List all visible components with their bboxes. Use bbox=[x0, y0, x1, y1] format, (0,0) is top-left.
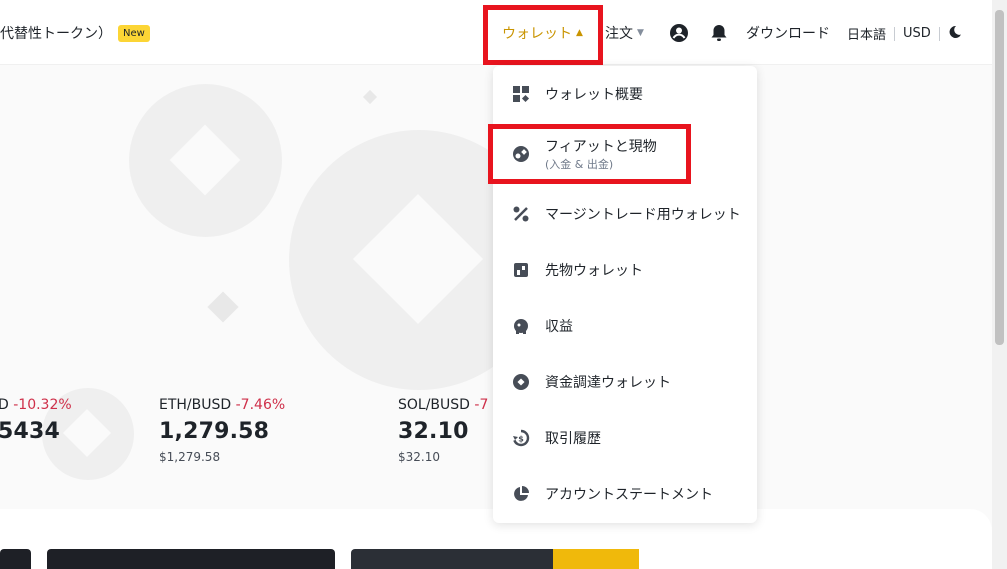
menu-item-label: アカウントステートメント bbox=[545, 487, 713, 503]
futures-icon bbox=[512, 261, 530, 279]
ticker-card[interactable]: ETH/BUSD -7.46% 1,279.58 $1,279.58 bbox=[159, 397, 285, 464]
ticker-usd-price: $1,279.58 bbox=[159, 450, 221, 464]
download-link[interactable]: ダウンロード bbox=[746, 23, 830, 43]
currency-label[interactable]: USD bbox=[903, 26, 931, 41]
menu-item-label: ウォレット概要 bbox=[545, 87, 643, 103]
divider bbox=[938, 26, 940, 41]
menu-item-wallet-overview[interactable]: ウォレット概要 bbox=[493, 66, 757, 122]
promo-banner[interactable] bbox=[0, 549, 31, 569]
new-badge: New bbox=[118, 24, 150, 42]
ticker-usd-price: $32.10 bbox=[398, 450, 440, 464]
promo-text: 代替性トークン） bbox=[0, 26, 112, 42]
orders-menu-button[interactable]: 注文 ▼ bbox=[605, 23, 644, 43]
account-icon[interactable] bbox=[669, 23, 689, 43]
ticker-price: 1,279.58 bbox=[159, 419, 270, 444]
hero-small-diamond bbox=[207, 291, 239, 323]
ticker-pair: SOL/BUSD -7 bbox=[398, 397, 489, 413]
grid-icon bbox=[512, 85, 530, 103]
promo-banner[interactable] bbox=[351, 549, 639, 569]
menu-item-futures-wallet[interactable]: 先物ウォレット bbox=[493, 242, 757, 298]
ticker-pair: ETH/BUSD -7.46% bbox=[159, 397, 286, 413]
ticker-pair: D -10.32% bbox=[0, 397, 72, 413]
divider bbox=[894, 26, 896, 41]
menu-item-label: 資金調達ウォレット bbox=[545, 375, 671, 391]
menu-item-margin-wallet[interactable]: マージントレード用ウォレット bbox=[493, 186, 757, 242]
ticker-change: -7.46% bbox=[235, 397, 286, 413]
menu-item-transaction-history[interactable]: $ 取引履歴 bbox=[493, 410, 757, 466]
pie-chart-icon bbox=[512, 485, 530, 503]
svg-text:$: $ bbox=[518, 435, 524, 444]
menu-item-account-statement[interactable]: アカウントステートメント bbox=[493, 466, 757, 522]
ticker-change: -7 bbox=[474, 397, 489, 413]
menu-item-earn[interactable]: 収益 bbox=[493, 298, 757, 354]
menu-item-label: マージントレード用ウォレット bbox=[545, 207, 741, 223]
language-currency-selector[interactable]: 日本語 USD bbox=[847, 24, 962, 43]
fiat-spot-highlight-box bbox=[488, 124, 691, 184]
promo-banner[interactable] bbox=[47, 549, 335, 569]
promo-link[interactable]: 代替性トークン） New bbox=[0, 23, 150, 43]
menu-item-label: 収益 bbox=[545, 319, 573, 335]
orders-menu-label: 注文 bbox=[605, 26, 633, 42]
page-scrollbar[interactable] bbox=[992, 0, 1007, 569]
menu-item-funding-wallet[interactable]: 資金調達ウォレット bbox=[493, 354, 757, 410]
history-icon: $ bbox=[512, 429, 530, 447]
moon-icon[interactable] bbox=[948, 25, 962, 43]
language-label[interactable]: 日本語 bbox=[847, 24, 886, 43]
wallet-highlight-box bbox=[483, 5, 603, 65]
scrollbar-thumb[interactable] bbox=[995, 10, 1004, 345]
ticker-price: 32.10 bbox=[398, 419, 469, 444]
ticker-change: -10.32% bbox=[13, 397, 72, 413]
menu-item-label: 先物ウォレット bbox=[545, 263, 643, 279]
menu-item-label: 取引履歴 bbox=[545, 431, 601, 447]
ticker-card[interactable]: D -10.32% 5434 bbox=[0, 397, 72, 444]
ticker-card[interactable]: SOL/BUSD -7 32.10 $32.10 bbox=[398, 397, 488, 464]
caret-down-icon: ▼ bbox=[637, 28, 644, 38]
funding-icon bbox=[512, 373, 530, 391]
margin-percent-icon bbox=[512, 205, 530, 223]
hero-tiny-diamond bbox=[362, 89, 378, 105]
piggy-bank-icon bbox=[512, 317, 530, 335]
ticker-price: 5434 bbox=[0, 419, 61, 444]
bell-icon[interactable] bbox=[709, 23, 729, 43]
